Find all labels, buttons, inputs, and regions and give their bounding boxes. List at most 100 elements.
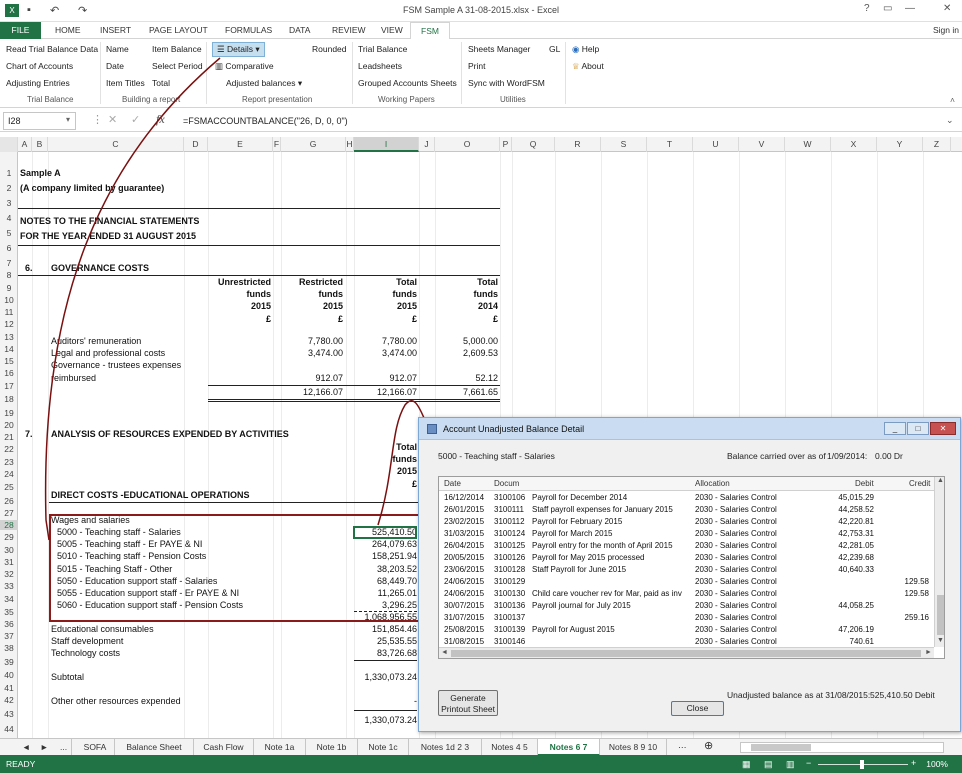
zoom-slider-thumb[interactable] xyxy=(860,760,864,769)
cell-description: Child care voucher rev for Mar, paid as … xyxy=(532,589,682,598)
dialog-app-icon xyxy=(427,424,437,434)
transaction-row[interactable]: 30/07/2015 3100136 Payroll journal for Jul… xyxy=(439,601,934,613)
transaction-row[interactable]: 31/07/2015 3100137 2030 - Salaries Control… xyxy=(439,613,934,625)
cell-description: Payroll for March 2015 xyxy=(532,529,613,538)
col-credit[interactable]: Credit xyxy=(909,479,930,488)
grid-hscrollbar[interactable]: ◄ ► xyxy=(439,647,934,658)
page-break-view-icon[interactable]: ▥ xyxy=(786,759,795,770)
grid-hscroll-thumb[interactable] xyxy=(451,650,921,657)
cell-debit: 47,206.19 xyxy=(838,625,874,634)
zoom-level[interactable]: 100% xyxy=(926,759,948,769)
transaction-row[interactable]: 26/04/2015 3100125 Payroll entry for the m… xyxy=(439,541,934,553)
cell-description: Payroll entry for the month of April 201… xyxy=(532,541,673,550)
transaction-row[interactable]: 24/06/2015 3100130 Child care voucher rev … xyxy=(439,589,934,601)
cell-allocation: 2030 - Salaries Control xyxy=(695,505,777,514)
unadjusted-value: 525,410.50 Debit xyxy=(870,690,935,700)
sheet-tabs-bar: ◄ ► ... SOFA Balance Sheet Cash Flow Note 1… xyxy=(0,738,962,756)
col-document[interactable]: Docum xyxy=(494,479,519,488)
sheet-tab-more-icon[interactable]: ⋯ xyxy=(674,739,691,756)
sheet-tab-note-1b[interactable]: Note 1b xyxy=(306,739,358,756)
generate-label: Printout Sheet xyxy=(441,704,495,714)
arrow-path-ribbon xyxy=(44,57,221,541)
cell-document: 3100146 xyxy=(494,637,526,646)
transaction-row[interactable]: 24/06/2015 3100129 2030 - Salaries Control… xyxy=(439,577,934,589)
cell-date: 31/07/2015 xyxy=(444,613,485,622)
cell-date: 23/02/2015 xyxy=(444,517,485,526)
cell-allocation: 2030 - Salaries Control xyxy=(695,577,777,586)
col-debit[interactable]: Debit xyxy=(855,479,874,488)
transaction-row[interactable]: 23/02/2015 3100112 Payroll for February 20… xyxy=(439,517,934,529)
cell-allocation: 2030 - Salaries Control xyxy=(695,529,777,538)
close-button[interactable]: Close xyxy=(671,701,724,716)
scroll-left-icon[interactable]: ◄ xyxy=(441,649,448,656)
cell-date: 30/07/2015 xyxy=(444,601,485,610)
scroll-down-icon[interactable]: ▼ xyxy=(937,637,944,644)
cell-debit: 44,258.52 xyxy=(838,505,874,514)
col-allocation[interactable]: Allocation xyxy=(695,479,730,488)
sheet-tab-notes-4-5[interactable]: Notes 4 5 xyxy=(482,739,538,756)
horizontal-scrollbar[interactable] xyxy=(740,742,944,753)
sheet-tab-notes-8-9-10[interactable]: Notes 8 9 10 xyxy=(600,739,667,756)
page-layout-view-icon[interactable]: ▤ xyxy=(764,759,773,770)
cell-allocation: 2030 - Salaries Control xyxy=(695,625,777,634)
sheet-tab-notes-1d-2-3[interactable]: Notes 1d 2 3 xyxy=(409,739,482,756)
sheet-tab-note-1c[interactable]: Note 1c xyxy=(358,739,409,756)
cell-allocation: 2030 - Salaries Control xyxy=(695,553,777,562)
dialog-maximize-button[interactable]: □ xyxy=(907,422,929,435)
sheet-tab-notes-6-7[interactable]: Notes 6 7 xyxy=(538,739,600,756)
scroll-up-icon[interactable]: ▲ xyxy=(937,477,944,484)
transaction-row[interactable]: 31/03/2015 3100124 Payroll for March 2015 2… xyxy=(439,529,934,541)
grid-header: Date Docum Allocation Debit Credit xyxy=(439,477,934,491)
cell-description: Payroll for August 2015 xyxy=(532,625,615,634)
dialog-minimize-button[interactable]: _ xyxy=(884,422,906,435)
dialog-account: 5000 - Teaching staff - Salaries xyxy=(438,451,555,461)
normal-view-icon[interactable]: ▦ xyxy=(742,759,751,770)
col-date[interactable]: Date xyxy=(444,479,461,488)
dialog-close-x-button[interactable]: ✕ xyxy=(930,422,956,435)
cell-document: 3100125 xyxy=(494,541,526,550)
transaction-row[interactable]: 26/01/2015 3100111 Staff payroll expenses … xyxy=(439,505,934,517)
cell-date: 26/01/2015 xyxy=(444,505,485,514)
scroll-right-icon[interactable]: ► xyxy=(925,649,932,656)
cell-description: Payroll for February 2015 xyxy=(532,517,623,526)
cell-document: 3100129 xyxy=(494,577,526,586)
transactions-grid[interactable]: Date Docum Allocation Debit Credit 16/12… xyxy=(438,476,945,659)
sheet-tab-balance-sheet[interactable]: Balance Sheet xyxy=(115,739,194,756)
cell-debit: 45,015.29 xyxy=(838,493,874,502)
cell-description: Payroll journal for July 2015 xyxy=(532,601,631,610)
dialog-title-bar: Account Unadjusted Balance Detail _ □ ✕ xyxy=(419,418,960,440)
sheet-prev-icon[interactable]: ◄ xyxy=(18,739,34,756)
cell-document: 3100130 xyxy=(494,589,526,598)
cell-date: 23/06/2015 xyxy=(444,565,485,574)
sheet-tab-sofa[interactable]: SOFA xyxy=(76,739,115,756)
cell-document: 3100111 xyxy=(494,505,524,514)
transaction-row[interactable]: 25/08/2015 3100139 Payroll for August 2015… xyxy=(439,625,934,637)
grid-vscroll-thumb[interactable] xyxy=(937,595,944,635)
dialog-title: Account Unadjusted Balance Detail xyxy=(443,424,585,434)
cell-date: 16/12/2014 xyxy=(444,493,485,502)
sheet-more[interactable]: ... xyxy=(56,739,73,756)
sheet-tab-cash-flow[interactable]: Cash Flow xyxy=(194,739,254,756)
status-bar: READY ▦ ▤ ▥ − + 100% xyxy=(0,755,962,773)
zoom-in-icon[interactable]: + xyxy=(911,758,916,768)
cell-date: 26/04/2015 xyxy=(444,541,485,550)
carried-date: 1/09/2014: xyxy=(827,451,868,461)
hscroll-thumb[interactable] xyxy=(751,744,811,751)
sheet-next-icon[interactable]: ► xyxy=(36,739,52,756)
status-ready: READY xyxy=(6,759,36,769)
zoom-slider[interactable] xyxy=(818,760,908,769)
carried-value: 0.00 Dr xyxy=(875,451,903,461)
transaction-row[interactable]: 16/12/2014 3100106 Payroll for December 20… xyxy=(439,493,934,505)
grid-vscrollbar[interactable]: ▲ ▼ xyxy=(934,477,944,647)
generate-printout-button[interactable]: Generate Printout Sheet xyxy=(438,690,498,716)
cell-allocation: 2030 - Salaries Control xyxy=(695,589,777,598)
cell-document: 3100106 xyxy=(494,493,526,502)
cell-document: 3100128 xyxy=(494,565,526,574)
cell-allocation: 2030 - Salaries Control xyxy=(695,601,777,610)
sheet-tab-note-1a[interactable]: Note 1a xyxy=(254,739,306,756)
cell-document: 3100124 xyxy=(494,529,526,538)
zoom-out-icon[interactable]: − xyxy=(806,758,811,768)
transaction-row[interactable]: 23/06/2015 3100128 Staff Payroll for June … xyxy=(439,565,934,577)
new-sheet-icon[interactable]: ⊕ xyxy=(700,739,717,756)
transaction-row[interactable]: 20/05/2015 3100126 Payroll for May 2015 pr… xyxy=(439,553,934,565)
